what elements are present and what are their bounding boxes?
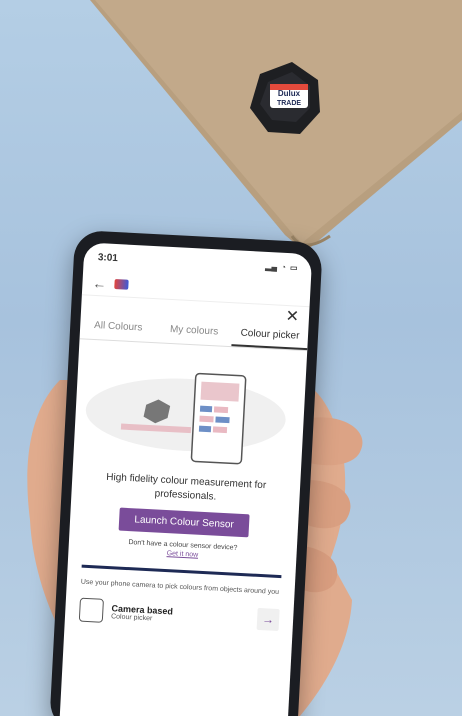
section-divider (81, 564, 282, 579)
signal-icon: ▂▄ (265, 261, 278, 271)
sensor-illustration (73, 339, 307, 481)
phone: 3:01 ▂▄ ◔ ▭ ← ✕ All Colours My colours C… (49, 229, 323, 716)
status-icons: ▂▄ ◔ ▭ (265, 261, 298, 272)
wifi-icon: ◔ (280, 262, 287, 272)
scene: Dulux TRADE 3:01 ▂▄ ◔ ▭ ← ✕ All Colours … (0, 0, 462, 716)
phone-screen: 3:01 ▂▄ ◔ ▭ ← ✕ All Colours My colours C… (59, 242, 313, 716)
arrow-right-icon[interactable]: → (256, 607, 280, 632)
launch-colour-sensor-button[interactable]: Launch Colour Sensor (118, 507, 250, 538)
close-icon[interactable]: ✕ (285, 306, 299, 327)
camera-text: Camera based Colour picker (111, 603, 250, 627)
tab-my-colours[interactable]: My colours (155, 317, 232, 346)
back-arrow-icon[interactable]: ← (92, 275, 107, 292)
device-logo-line2: TRADE (277, 100, 301, 107)
battery-icon: ▭ (289, 262, 298, 273)
illustration-art (85, 372, 286, 465)
device-logo-line1: Dulux (278, 89, 301, 98)
app-logo (114, 278, 129, 290)
tab-all-colours[interactable]: All Colours (80, 313, 157, 342)
camera-picker-icon (78, 597, 104, 623)
status-time: 3:01 (97, 251, 119, 264)
